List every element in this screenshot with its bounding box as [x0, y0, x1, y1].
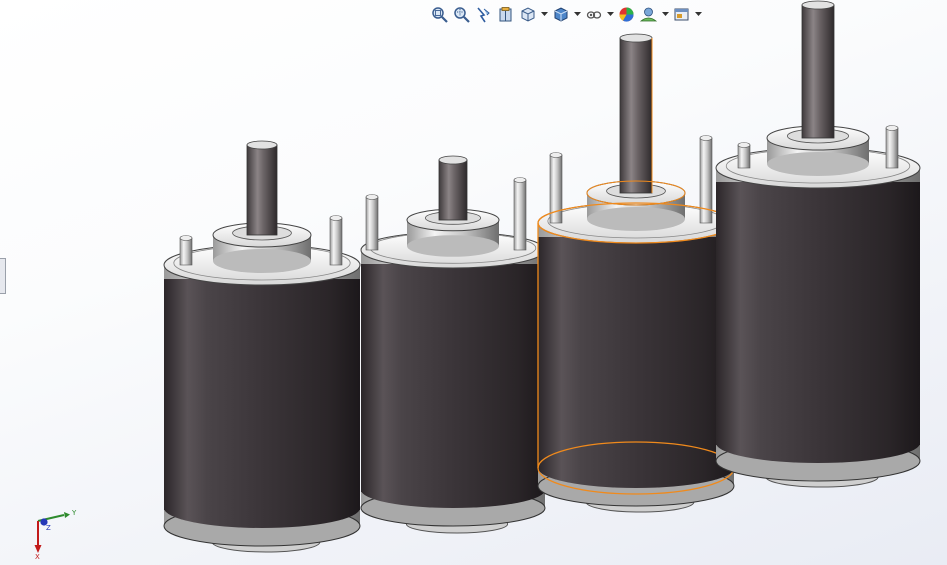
hide-show-items-dropdown[interactable] [606, 5, 614, 24]
display-style-icon[interactable] [551, 5, 570, 24]
view-settings-icon[interactable] [672, 5, 691, 24]
x-axis-label: X [35, 553, 40, 559]
y-axis-arrow [64, 512, 70, 518]
motor-body-4[interactable] [715, 0, 921, 488]
panel-collapse-handle[interactable] [0, 258, 6, 294]
hide-show-items-icon[interactable] [584, 5, 603, 24]
section-view-icon[interactable] [496, 5, 515, 24]
zoom-to-fit-icon[interactable] [430, 5, 449, 24]
previous-view-icon[interactable] [474, 5, 493, 24]
view-orientation-icon[interactable] [518, 5, 537, 24]
x-axis-arrow [34, 545, 42, 553]
motor-body-1[interactable] [163, 140, 361, 553]
motor-assembly-scene[interactable] [0, 0, 947, 565]
motor-body-3[interactable] [537, 33, 735, 513]
edit-appearance-icon[interactable] [617, 5, 636, 24]
apply-scene-dropdown[interactable] [661, 5, 669, 24]
zoom-to-area-icon[interactable] [452, 5, 471, 24]
heads-up-view-toolbar [430, 3, 702, 25]
display-style-dropdown[interactable] [573, 5, 581, 24]
apply-scene-icon[interactable] [639, 5, 658, 24]
motor-body-2[interactable] [360, 155, 546, 534]
y-axis-label: Y [71, 509, 77, 517]
reference-triad: Y Z X [34, 509, 77, 559]
view-settings-dropdown[interactable] [694, 5, 702, 24]
z-axis-label: Z [46, 524, 51, 532]
view-orientation-dropdown[interactable] [540, 5, 548, 24]
graphics-area[interactable]: Y Z X [0, 0, 947, 565]
